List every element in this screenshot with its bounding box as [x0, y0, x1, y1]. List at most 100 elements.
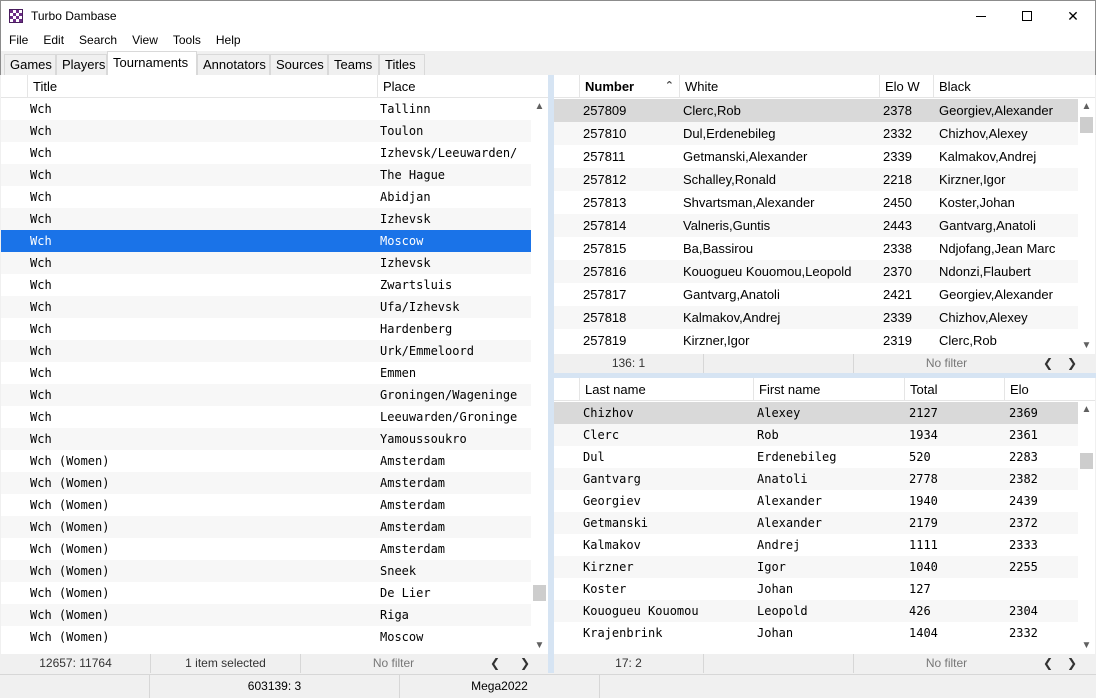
tournament-place: Amsterdam — [380, 520, 446, 534]
scroll-down-icon[interactable]: ▼ — [1078, 337, 1095, 354]
table-row[interactable]: Chizhov Alexey 2127 2369 — [554, 402, 1078, 424]
table-row[interactable]: Wch (Women) Riga — [1, 604, 531, 626]
header-total[interactable]: Total — [905, 378, 1005, 401]
table-row[interactable]: Gantvarg Anatoli 2778 2382 — [554, 468, 1078, 490]
menu-tools[interactable]: Tools — [165, 30, 208, 51]
header-elo-w[interactable]: Elo W — [880, 75, 934, 98]
table-row[interactable]: Wch (Women) Amsterdam — [1, 450, 531, 472]
table-row[interactable]: 257814 Valneris,Guntis 2443 Gantvarg,Anatol… — [554, 214, 1078, 237]
header-white[interactable]: White — [680, 75, 880, 98]
table-row[interactable]: Wch The Hague — [1, 164, 531, 186]
header-last-name[interactable]: Last name — [580, 378, 754, 401]
tab-sources[interactable]: Sources — [270, 54, 328, 75]
table-row[interactable]: Wch (Women) Sneek — [1, 560, 531, 582]
scroll-up-icon[interactable]: ▲ — [531, 98, 548, 115]
table-row[interactable]: 257817 Gantvarg,Anatoli 2421 Georgiev,Alexa… — [554, 283, 1078, 306]
table-row[interactable]: Wch Izhevsk/Leeuwarden/ — [1, 142, 531, 164]
table-row[interactable]: Getmanski Alexander 2179 2372 — [554, 512, 1078, 534]
table-row[interactable]: Wch Hardenberg — [1, 318, 531, 340]
prev-icon[interactable]: ❮ — [490, 654, 500, 673]
games-scrollbar[interactable]: ▲ ▼ — [1078, 98, 1095, 354]
tab-teams[interactable]: Teams — [328, 54, 379, 75]
scroll-down-icon[interactable]: ▼ — [1078, 637, 1095, 654]
table-row[interactable]: 257815 Ba,Bassirou 2338 Ndjofang,Jean Marc — [554, 237, 1078, 260]
table-row[interactable]: Dul Erdenebileg 520 2283 — [554, 446, 1078, 468]
maximize-button[interactable] — [1004, 1, 1050, 31]
tab-titles[interactable]: Titles — [379, 54, 425, 75]
player-total: 2179 — [909, 516, 938, 530]
table-row[interactable]: Wch Tallinn — [1, 98, 531, 120]
header-spacer — [554, 378, 580, 401]
table-row[interactable]: 257811 Getmanski,Alexander 2339 Kalmakov,An… — [554, 145, 1078, 168]
header-first-name[interactable]: First name — [754, 378, 905, 401]
player-last-name: Dul — [583, 450, 605, 464]
table-row[interactable]: Wch (Women) Amsterdam — [1, 538, 531, 560]
table-row[interactable]: 257813 Shvartsman,Alexander 2450 Koster,Joh… — [554, 191, 1078, 214]
tab-games[interactable]: Games — [4, 54, 56, 75]
tab-tournaments[interactable]: Tournaments — [107, 51, 197, 75]
table-row[interactable]: Wch (Women) Amsterdam — [1, 516, 531, 538]
menu-edit[interactable]: Edit — [35, 30, 71, 51]
table-row[interactable]: Wch Moscow — [1, 230, 531, 252]
scroll-thumb[interactable] — [533, 585, 546, 601]
scroll-down-icon[interactable]: ▼ — [531, 637, 548, 654]
table-row[interactable]: Georgiev Alexander 1940 2439 — [554, 490, 1078, 512]
table-row[interactable]: Clerc Rob 1934 2361 — [554, 424, 1078, 446]
table-row[interactable]: Wch Urk/Emmeloord — [1, 340, 531, 362]
header-black[interactable]: Black — [934, 75, 1095, 98]
table-row[interactable]: Wch (Women) Moscow — [1, 626, 531, 648]
header-title[interactable]: Title — [28, 75, 378, 98]
prev-icon[interactable]: ❮ — [1043, 654, 1053, 673]
menu-search[interactable]: Search — [71, 30, 124, 51]
next-icon[interactable]: ❯ — [1067, 654, 1077, 673]
table-row[interactable]: Wch Leeuwarden/Groninge — [1, 406, 531, 428]
player-first-name: Johan — [757, 582, 794, 596]
table-row[interactable]: Wch Izhevsk — [1, 208, 531, 230]
table-row[interactable]: 257819 Kirzner,Igor 2319 Clerc,Rob — [554, 329, 1078, 352]
game-number: 257818 — [583, 310, 627, 325]
table-row[interactable]: Krajenbrink Johan 1404 2332 — [554, 622, 1078, 644]
table-row[interactable]: Wch Toulon — [1, 120, 531, 142]
table-row[interactable]: Wch Ufa/Izhevsk — [1, 296, 531, 318]
table-row[interactable]: Wch Abidjan — [1, 186, 531, 208]
table-row[interactable]: Wch Zwartsluis — [1, 274, 531, 296]
player-first-name: Alexander — [757, 494, 823, 508]
table-row[interactable]: Wch (Women) Amsterdam — [1, 472, 531, 494]
table-row[interactable]: 257812 Schalley,Ronald 2218 Kirzner,Igor — [554, 168, 1078, 191]
minimize-button[interactable] — [958, 1, 1004, 31]
table-row[interactable]: 257809 Clerc,Rob 2378 Georgiev,Alexander — [554, 99, 1078, 122]
table-row[interactable]: Wch Yamoussoukro — [1, 428, 531, 450]
scroll-thumb[interactable] — [1080, 453, 1093, 469]
header-elo[interactable]: Elo — [1005, 378, 1095, 401]
header-spacer — [1, 75, 28, 98]
table-row[interactable]: Wch (Women) Amsterdam — [1, 494, 531, 516]
table-row[interactable]: Kalmakov Andrej 1111 2333 — [554, 534, 1078, 556]
menu-view[interactable]: View — [124, 30, 165, 51]
table-row[interactable]: Kouogueu Kouomou Leopold 426 2304 — [554, 600, 1078, 622]
players-scrollbar[interactable]: ▲ ▼ — [1078, 401, 1095, 654]
tournaments-scrollbar[interactable]: ▲ ▼ — [531, 98, 548, 654]
menu-file[interactable]: File — [1, 30, 35, 51]
table-row[interactable]: Koster Johan 127 — [554, 578, 1078, 600]
table-row[interactable]: Wch Emmen — [1, 362, 531, 384]
table-row[interactable]: 257816 Kouogueu Kouomou,Leopold 2370 Ndonzi… — [554, 260, 1078, 283]
next-icon[interactable]: ❯ — [520, 654, 530, 673]
table-row[interactable]: Wch (Women) De Lier — [1, 582, 531, 604]
table-row[interactable]: 257810 Dul,Erdenebileg 2332 Chizhov,Alexey — [554, 122, 1078, 145]
prev-icon[interactable]: ❮ — [1043, 354, 1053, 373]
table-row[interactable]: Wch Izhevsk — [1, 252, 531, 274]
table-row[interactable]: Wch Groningen/Wageninge — [1, 384, 531, 406]
scroll-thumb[interactable] — [1080, 117, 1093, 133]
tab-players[interactable]: Players — [56, 54, 107, 75]
table-row[interactable]: Kirzner Igor 1040 2255 — [554, 556, 1078, 578]
scroll-up-icon[interactable]: ▲ — [1078, 401, 1095, 418]
tab-annotators[interactable]: Annotators — [197, 54, 270, 75]
scroll-up-icon[interactable]: ▲ — [1078, 98, 1095, 115]
table-row[interactable]: 257818 Kalmakov,Andrej 2339 Chizhov,Alexey — [554, 306, 1078, 329]
menu-help[interactable]: Help — [208, 30, 248, 51]
close-button[interactable]: ✕ — [1050, 1, 1096, 31]
header-number[interactable]: Number ⌃ — [580, 75, 680, 98]
next-icon[interactable]: ❯ — [1067, 354, 1077, 373]
players-filter: No filter — [925, 656, 968, 670]
header-place[interactable]: Place — [378, 75, 548, 98]
